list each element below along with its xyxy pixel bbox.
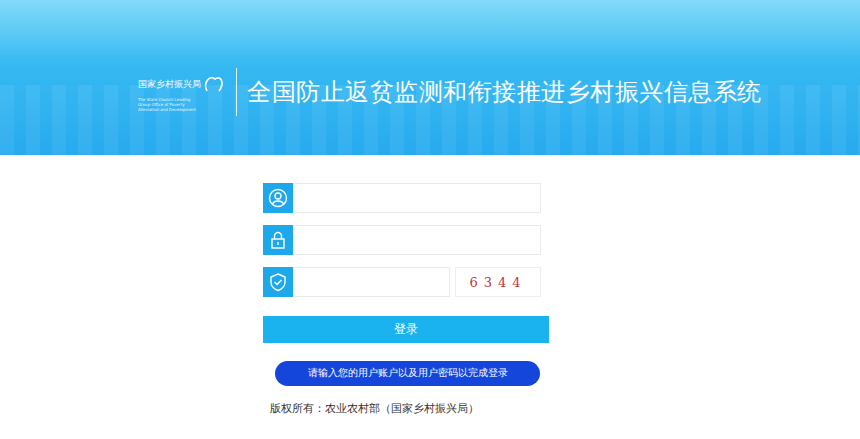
lock-icon bbox=[268, 230, 288, 250]
username-icon-box bbox=[263, 183, 293, 213]
password-field bbox=[263, 225, 549, 255]
divider bbox=[236, 68, 237, 116]
logo: 国家乡村振兴局 The State Council Leading Group O… bbox=[138, 73, 226, 112]
captcha-input[interactable] bbox=[293, 267, 450, 297]
logo-english: The State Council Leading Group Office o… bbox=[138, 97, 200, 112]
password-input[interactable] bbox=[293, 225, 541, 255]
hint-banner: 请输入您的用户账户以及用户密码以完成登录 bbox=[275, 361, 540, 386]
copyright: 版权所有：农业农村部（国家乡村振兴局） bbox=[270, 401, 549, 416]
user-icon bbox=[268, 188, 288, 208]
shield-icon bbox=[268, 272, 288, 292]
captcha-field: 6344 bbox=[263, 267, 549, 297]
heart-logo-icon bbox=[203, 73, 225, 95]
header-banner: 国家乡村振兴局 The State Council Leading Group O… bbox=[0, 0, 860, 155]
username-field bbox=[263, 183, 549, 213]
login-button[interactable]: 登录 bbox=[263, 316, 549, 343]
banner-glow bbox=[0, 0, 860, 60]
logo-row: 国家乡村振兴局 bbox=[138, 73, 226, 95]
password-icon-box bbox=[263, 225, 293, 255]
username-input[interactable] bbox=[293, 183, 541, 213]
logo-name: 国家乡村振兴局 bbox=[138, 78, 201, 90]
captcha-icon-box bbox=[263, 267, 293, 297]
login-area: 6344 登录请输入您的用户账户以及用户密码以完成登录版权所有：农业农村部（国家乡… bbox=[0, 155, 860, 439]
system-title: 全国防止返贫监测和衔接推进乡村振兴信息系统 bbox=[247, 76, 762, 108]
captcha-image[interactable]: 6344 bbox=[455, 267, 541, 297]
brand: 国家乡村振兴局 The State Council Leading Group O… bbox=[138, 68, 762, 116]
login-form: 6344 登录请输入您的用户账户以及用户密码以完成登录版权所有：农业农村部（国家乡… bbox=[263, 183, 549, 416]
